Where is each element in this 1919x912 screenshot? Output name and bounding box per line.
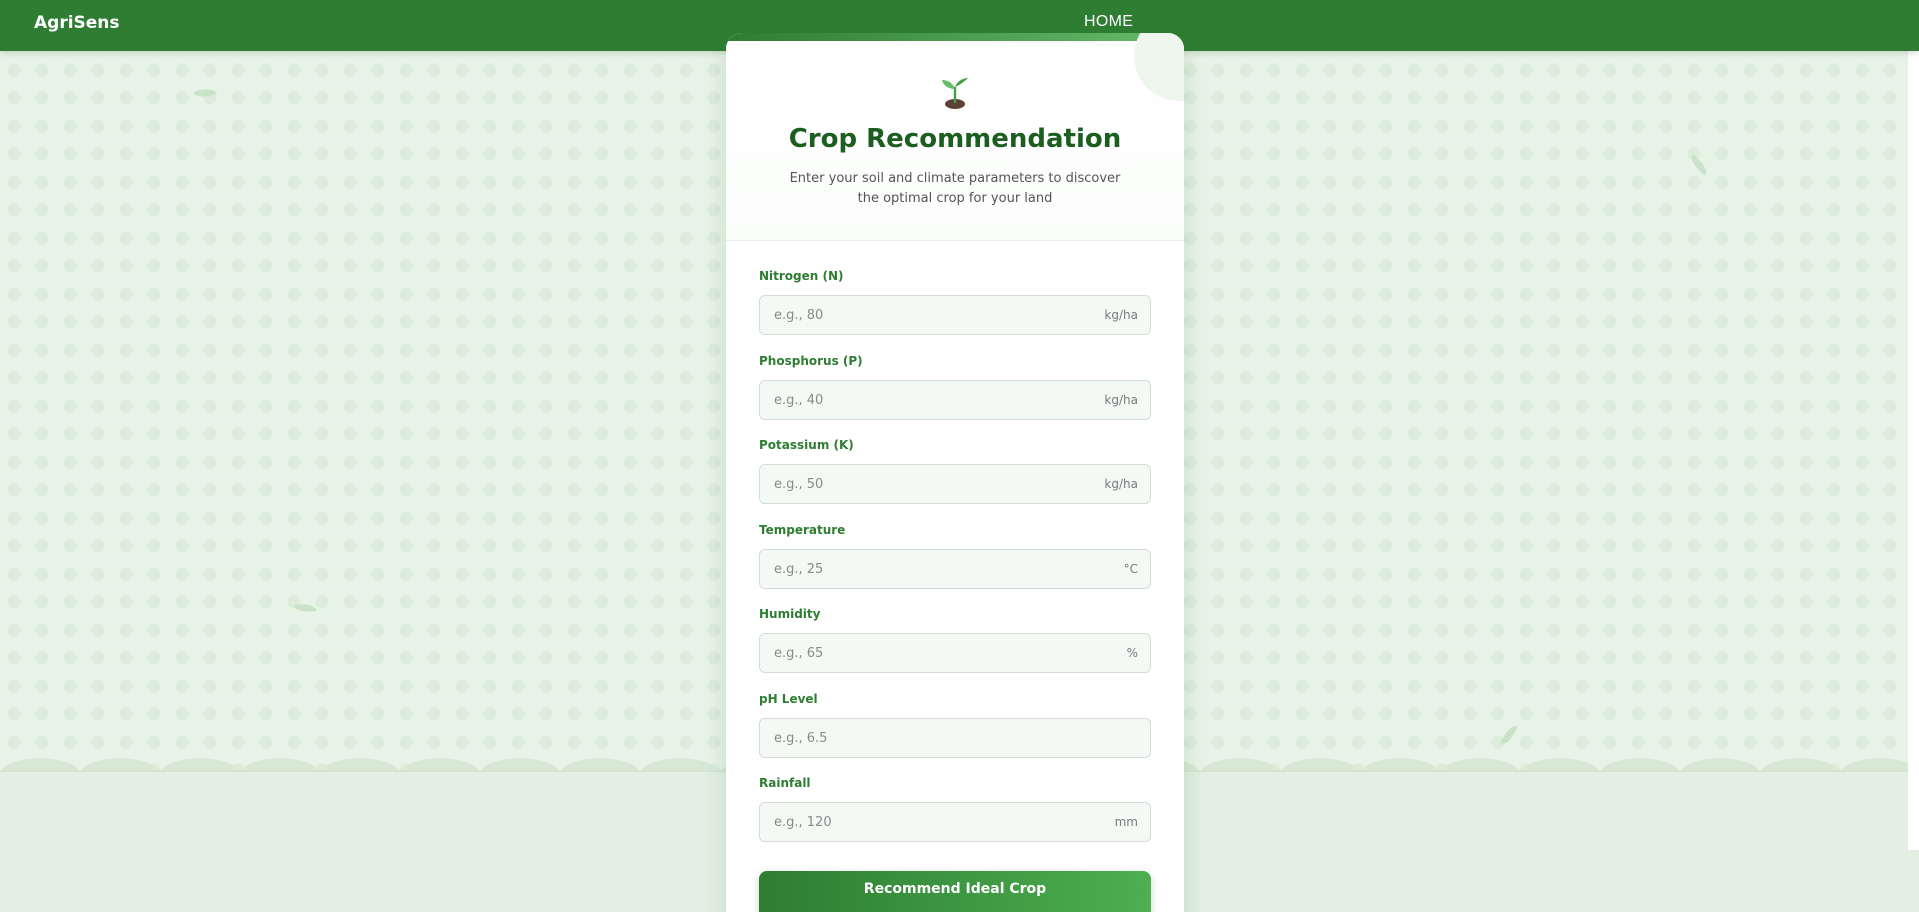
potassium-label: Potassium (K) xyxy=(759,438,854,452)
ph-field xyxy=(759,718,1151,758)
potassium-input[interactable] xyxy=(760,465,1150,503)
humidity-label: Humidity xyxy=(759,607,821,621)
rainfall-label: Rainfall xyxy=(759,776,811,790)
recommend-crop-button[interactable]: Recommend Ideal Crop xyxy=(759,871,1151,912)
temperature-label: Temperature xyxy=(759,523,846,537)
card-header: Crop Recommendation Enter your soil and … xyxy=(726,33,1184,241)
recommend-crop-label: Recommend Ideal Crop xyxy=(863,881,1047,897)
rainfall-field: mm xyxy=(759,802,1151,842)
humidity-input[interactable] xyxy=(760,634,1150,672)
nitrogen-input[interactable] xyxy=(760,296,1150,334)
ph-label: pH Level xyxy=(759,692,818,706)
scroll-gutter xyxy=(1908,50,1919,850)
phosphorus-unit: kg/ha xyxy=(1104,393,1138,407)
card-corner-decoration xyxy=(1134,33,1184,101)
nitrogen-label: Nitrogen (N) xyxy=(759,269,844,283)
ph-input[interactable] xyxy=(760,719,1150,757)
potassium-field: kg/ha xyxy=(759,464,1151,504)
seedling-icon xyxy=(942,78,968,109)
temperature-unit: °C xyxy=(1123,562,1138,576)
temperature-input[interactable] xyxy=(760,550,1150,588)
page-subtitle: Enter your soil and climate parameters t… xyxy=(789,171,1121,206)
nav-home-link[interactable]: HOME xyxy=(1084,13,1133,31)
card-accent-bar xyxy=(726,33,1184,41)
rainfall-unit: mm xyxy=(1114,815,1138,829)
humidity-field: % xyxy=(759,633,1151,673)
crop-recommendation-card: Crop Recommendation Enter your soil and … xyxy=(726,33,1184,912)
rainfall-input[interactable] xyxy=(760,803,1150,841)
temperature-field: °C xyxy=(759,549,1151,589)
phosphorus-label: Phosphorus (P) xyxy=(759,354,863,368)
page-title: Crop Recommendation xyxy=(788,124,1122,154)
humidity-unit: % xyxy=(1126,646,1138,660)
phosphorus-input[interactable] xyxy=(760,381,1150,419)
phosphorus-field: kg/ha xyxy=(759,380,1151,420)
nitrogen-field: kg/ha xyxy=(759,295,1151,335)
brand-logo[interactable]: AgriSens xyxy=(34,13,120,33)
potassium-unit: kg/ha xyxy=(1104,477,1138,491)
nitrogen-unit: kg/ha xyxy=(1104,308,1138,322)
